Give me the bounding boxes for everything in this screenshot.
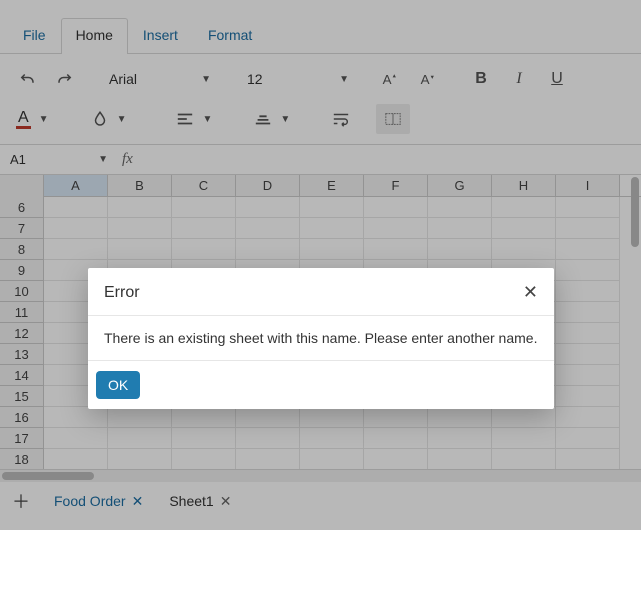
- spreadsheet-app: File Home Insert Format Arial ▼ 12 ▼: [0, 0, 641, 530]
- modal-overlay: [0, 0, 641, 530]
- modal-body: There is an existing sheet with this nam…: [88, 316, 554, 361]
- ok-button[interactable]: OK: [96, 371, 140, 399]
- error-modal: Error ✕ There is an existing sheet with …: [88, 268, 554, 409]
- modal-title: Error: [104, 284, 140, 302]
- modal-header: Error ✕: [88, 268, 554, 316]
- modal-close-button[interactable]: ✕: [523, 282, 538, 303]
- modal-message: There is an existing sheet with this nam…: [104, 330, 537, 346]
- modal-footer: OK: [88, 361, 554, 409]
